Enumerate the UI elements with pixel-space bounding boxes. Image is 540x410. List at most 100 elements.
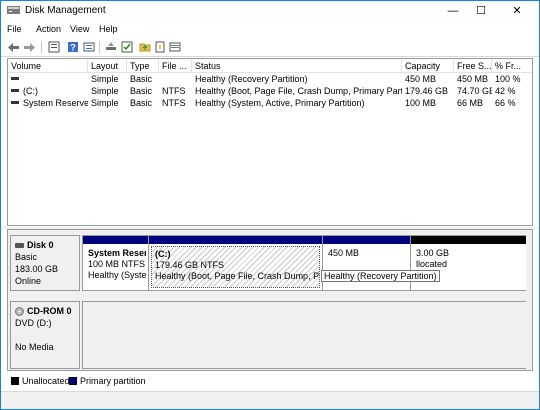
file-system-cell: [159, 73, 192, 85]
disk-0-label[interactable]: Disk 0 Basic 183.00 GB Online: [10, 235, 80, 291]
type-cell: Basic: [130, 98, 153, 108]
menu-help[interactable]: Help: [99, 24, 118, 34]
percent-free-cell: 42 %: [495, 86, 516, 96]
cd-rom-icon: [15, 306, 24, 316]
legend-label: Primary partition: [80, 376, 146, 386]
percent-free-cell: 66 %: [495, 98, 516, 108]
help-icon[interactable]: ?: [66, 40, 80, 54]
partition-size: 100 MB NTFS: [88, 259, 146, 269]
legend-primary-partition: Primary partition: [69, 376, 146, 386]
properties-icon[interactable]: [47, 40, 61, 54]
disk-size: 183.00 GB: [15, 264, 59, 274]
cdrom-0-label[interactable]: CD-ROM 0 DVD (D:) No Media: [10, 301, 80, 369]
volume-list: Volume Layout Type File ... Status Capac…: [7, 58, 533, 226]
cdrom-0-area[interactable]: [82, 301, 528, 369]
type-cell: Basic: [130, 86, 153, 96]
capacity-cell: 100 MB: [405, 98, 437, 108]
menu-view[interactable]: View: [70, 24, 89, 34]
disk-management-window: Disk Management — ☐ ✕ File Action View H…: [0, 0, 540, 410]
legend: Unallocated Primary partition: [7, 373, 533, 389]
file-system-cell: NTFS: [162, 86, 186, 96]
column-status[interactable]: Status: [192, 59, 402, 73]
partition-bar: [411, 236, 527, 244]
column-free-space[interactable]: Free S...: [454, 59, 492, 73]
free-space-cell: 66 MB: [457, 98, 484, 108]
disk-icon: [15, 242, 24, 248]
forward-icon[interactable]: [22, 40, 36, 54]
volume-icon: [11, 77, 19, 81]
list-icon[interactable]: [82, 40, 96, 54]
column-percent-free[interactable]: % Fr...: [492, 59, 532, 73]
cdrom-drive: DVD (D:): [15, 318, 52, 328]
free-space-cell: 74.70 GB: [457, 86, 492, 96]
status-cell: Healthy (Boot, Page File, Crash Dump, Pr…: [195, 86, 402, 96]
legend-label: Unallocated: [22, 376, 70, 386]
volume-cell: (C:): [8, 85, 88, 97]
layout-cell: Simple: [91, 98, 119, 108]
disk-name: Disk 0: [27, 240, 54, 250]
menu-action[interactable]: Action: [36, 24, 61, 34]
menu-file[interactable]: File: [7, 24, 22, 34]
partition-tooltip: Healthy (Recovery Partition): [321, 270, 440, 282]
capacity-cell: 179.46 GB: [405, 86, 449, 96]
close-button[interactable]: ✕: [495, 1, 539, 21]
toolbar-separator: [99, 41, 100, 53]
capacity-cell: 450 MB: [405, 74, 437, 84]
disk-0-partitions: System Reserv 100 MB NTFS Healthy (Syste…: [82, 235, 528, 291]
list-header: Volume Layout Type File ... Status Capac…: [8, 59, 532, 73]
disk-management-app-icon: [7, 6, 20, 14]
partition-system-reserved[interactable]: System Reserv 100 MB NTFS Healthy (Syste…: [83, 236, 149, 290]
partition-size: 179.46 GB NTFS: [155, 260, 225, 270]
table-row[interactable]: (C:) Simple Basic NTFS Healthy (Boot, Pa…: [8, 85, 532, 97]
column-layout[interactable]: Layout: [88, 59, 127, 73]
table-row[interactable]: Simple Basic Healthy (Recovery Partition…: [8, 73, 532, 85]
legend-swatch-unallocated: [11, 377, 19, 385]
disk-type: Basic: [15, 252, 38, 262]
legend-unallocated: Unallocated: [11, 376, 70, 386]
rescan-icon[interactable]: [104, 40, 118, 54]
folder-icon[interactable]: [138, 40, 152, 54]
column-volume[interactable]: Volume: [8, 59, 88, 73]
cdrom-media: No Media: [15, 342, 54, 352]
partition-c-drive[interactable]: (C:) 179.46 GB NTFS Healthy (Boot, Page …: [149, 236, 323, 290]
column-type[interactable]: Type: [127, 59, 159, 73]
type-cell: Basic: [130, 74, 153, 84]
list-view-icon[interactable]: [168, 40, 182, 54]
back-icon[interactable]: [6, 40, 20, 54]
volume-cell: [8, 73, 88, 85]
legend-swatch-primary: [69, 377, 77, 385]
percent-free-cell: 100 %: [495, 74, 521, 84]
partition-size: 3.00 GB: [416, 248, 450, 258]
partition-status: llocated: [416, 259, 448, 269]
table-row[interactable]: System Reserved Simple Basic NTFS Health…: [8, 97, 532, 109]
document-icon[interactable]: [153, 40, 167, 54]
maximize-button[interactable]: ☐: [467, 1, 495, 21]
layout-cell: Simple: [91, 74, 119, 84]
vertical-scrollbar[interactable]: [526, 230, 532, 370]
volume-icon: [11, 89, 19, 93]
file-system-cell: NTFS: [162, 98, 186, 108]
toolbar-separator: [41, 41, 42, 53]
column-capacity[interactable]: Capacity: [402, 59, 454, 73]
volume-name: (C:): [23, 86, 38, 96]
column-file-system[interactable]: File ...: [159, 59, 192, 73]
status-bar: [1, 391, 539, 409]
partition-bar: [323, 236, 410, 244]
volume-cell: System Reserved: [8, 97, 88, 109]
partition-bar: [83, 236, 148, 244]
partition-status: Healthy (Systen: [88, 270, 146, 280]
free-space-cell: 450 MB: [457, 74, 489, 84]
svg-text:?: ?: [70, 43, 76, 53]
partition-status: Healthy (Boot, Page File, Crash Dump, Pr…: [155, 271, 320, 281]
minimize-button[interactable]: —: [439, 1, 467, 21]
title-bar: Disk Management — ☐ ✕: [1, 1, 539, 21]
check-icon[interactable]: [120, 40, 134, 54]
partition-size: 450 MB: [328, 248, 360, 258]
layout-cell: Simple: [91, 86, 119, 96]
menu-bar: File Action View Help: [1, 21, 539, 37]
disk-graphical-view: Disk 0 Basic 183.00 GB Online System Res…: [7, 229, 533, 371]
volume-name: System Reserved: [23, 98, 88, 108]
volume-icon: [11, 101, 19, 105]
toolbar: ?: [1, 37, 539, 57]
